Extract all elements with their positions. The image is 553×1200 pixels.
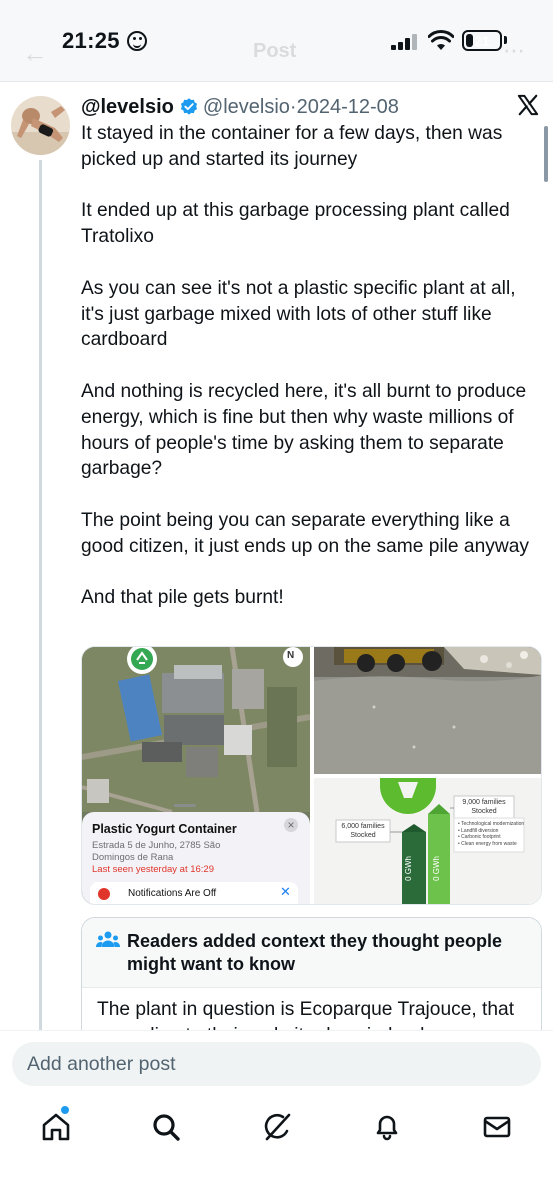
map-card-address: Estrada 5 de Junho, 2785 São Domingos de… (92, 840, 221, 863)
media-map-screenshot[interactable]: Plastic Yogurt Container Estrada 5 de Ju… (82, 647, 311, 904)
cellular-signal-icon (391, 34, 421, 50)
author-handle[interactable]: @levelsio (203, 96, 290, 119)
garbage-pile-photo (314, 647, 541, 774)
tab-messages[interactable] (481, 1111, 513, 1143)
header-title: Post (253, 40, 297, 62)
reply-input[interactable]: Add another post (12, 1042, 541, 1086)
home-unread-dot (61, 1106, 69, 1114)
post-text: It stayed in the container for a few day… (81, 121, 541, 637)
battery-nub (504, 36, 507, 44)
map-card-last-seen: Last seen yesterday at 16:29 (92, 864, 214, 875)
notifications-label: Notifications Are Off (128, 888, 217, 899)
back-button[interactable]: ← (22, 38, 48, 69)
notifications-close-icon[interactable]: ✕ (280, 884, 291, 900)
meta-separator: · (289, 95, 297, 118)
x-logo-icon[interactable] (517, 94, 539, 116)
author-name[interactable]: @levelsio (81, 96, 174, 119)
thread-line (39, 160, 42, 1030)
media-garbage-photo[interactable] (314, 647, 541, 774)
infographic-bar-label-2: 0 GWh (432, 856, 441, 881)
media-grid: Plastic Yogurt Container Estrada 5 de Ju… (81, 646, 542, 905)
compass-label: N (287, 650, 295, 661)
post-author-row: @levelsio @levelsio · 2024-12-08 (81, 93, 399, 121)
scrollbar[interactable] (544, 126, 548, 182)
infographic-label-small: 6,000 families Stocked (341, 823, 385, 839)
reply-placeholder: Add another post (27, 1053, 176, 1075)
tab-search[interactable] (150, 1111, 182, 1143)
post-paragraph: It ended up at this garbage processing p… (81, 200, 510, 248)
battery-percent: 21 (474, 33, 490, 49)
post-date[interactable]: 2024-12-08 (297, 96, 399, 119)
bottom-bar: Add another post (0, 1030, 553, 1200)
map-card-title: Plastic Yogurt Container (92, 822, 237, 836)
envelope-icon (483, 1116, 511, 1138)
infographic-bullet: • Technological modernization (458, 821, 525, 827)
search-icon (153, 1114, 180, 1141)
home-icon (42, 1113, 70, 1141)
people-icon (96, 931, 120, 947)
infographic-bullet: • Clean energy from waste (458, 840, 517, 847)
post-paragraph: The point being you can separate everyth… (81, 509, 529, 557)
clock: 21:25 (62, 28, 120, 53)
grok-icon (264, 1113, 291, 1141)
post-paragraph: And that pile gets burnt! (81, 587, 284, 609)
tab-home[interactable] (40, 1111, 72, 1143)
map-info-card: Plastic Yogurt Container Estrada 5 de Ju… (82, 812, 310, 904)
avatar-photo (11, 96, 70, 155)
community-note-title: Readers added context they thought peopl… (127, 931, 503, 974)
avatar[interactable] (11, 96, 70, 155)
bell-alert-icon (98, 888, 110, 900)
tab-grok[interactable] (261, 1111, 293, 1143)
infographic-bar-label: 0 GWh (404, 856, 413, 881)
battery-icon: 21 (462, 30, 502, 51)
notifications-banner[interactable]: Notifications Are Off ✕ (90, 882, 298, 904)
infographic-bullets: • Technological modernization • Landfill… (458, 821, 526, 847)
tab-notifications[interactable] (371, 1111, 403, 1143)
post-paragraph: As you can see it's not a plastic specif… (81, 277, 516, 351)
infographic-label-large: 9,000 families Stocked (462, 799, 506, 815)
post-paragraph: And nothing is recycled here, it's all b… (81, 380, 527, 480)
wifi-icon (428, 30, 454, 50)
media-infographic[interactable]: 6,000 families Stocked 9,000 families St… (314, 778, 541, 904)
focus-smiley-icon (127, 31, 147, 51)
post-paragraph: It stayed in the container for a few day… (81, 123, 503, 170)
bell-icon (376, 1115, 398, 1141)
community-note-header: Readers added context they thought peopl… (82, 918, 541, 988)
status-bar: ← Post ⋯ 21:25 21 (0, 0, 553, 82)
verified-badge-icon (180, 98, 197, 115)
map-card-close-button[interactable]: × (284, 818, 298, 832)
